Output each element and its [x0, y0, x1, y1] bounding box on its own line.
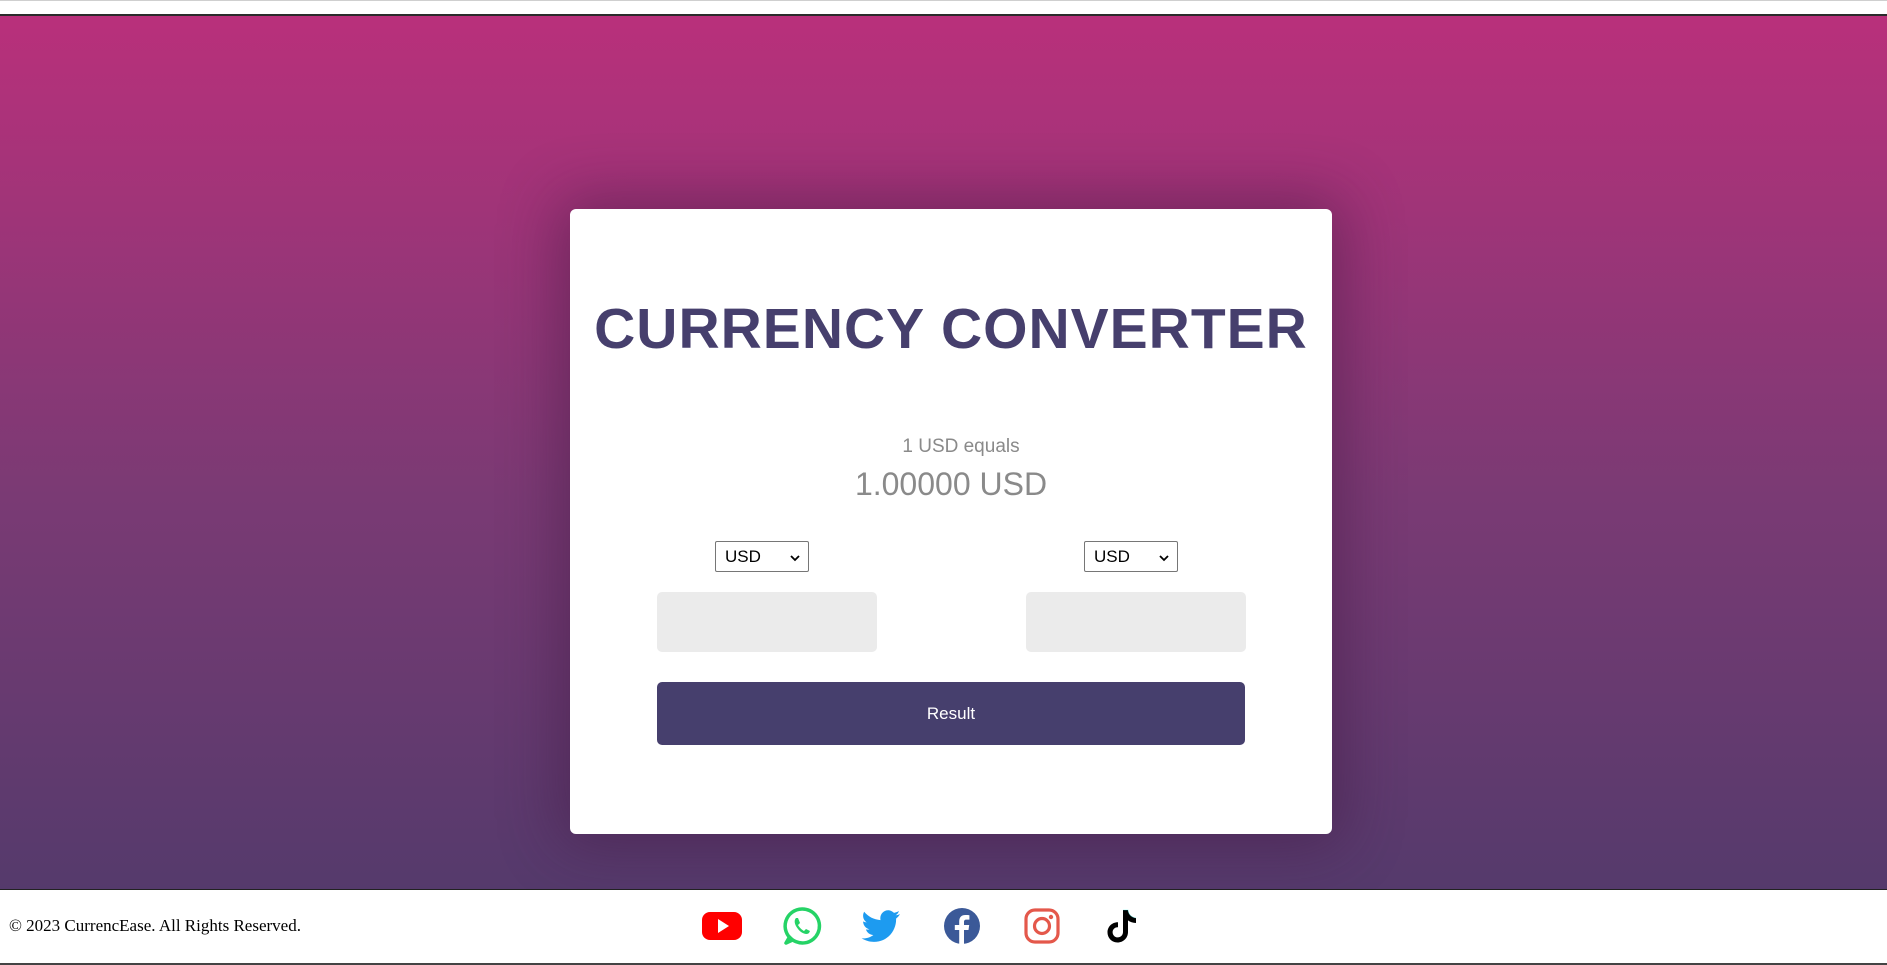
- chevron-down-icon: [1159, 555, 1169, 562]
- from-currency-value: USD: [725, 547, 761, 566]
- from-amount-input[interactable]: [657, 592, 877, 652]
- tiktok-icon[interactable]: [1101, 905, 1143, 947]
- whatsapp-icon[interactable]: [781, 905, 823, 947]
- youtube-icon[interactable]: [701, 905, 743, 947]
- footer: © 2023 CurrencEase. All Rights Reserved.: [0, 889, 1887, 965]
- exchange-rate-value: 1.00000 USD: [854, 466, 1048, 502]
- to-currency-select[interactable]: USD: [1084, 541, 1178, 572]
- to-amount-input[interactable]: [1026, 592, 1246, 652]
- exchange-rate-label: 1 USD equals: [902, 436, 1020, 457]
- hero-background: CURRENCY CONVERTER 1 USD equals 1.00000 …: [0, 16, 1887, 889]
- converter-card: CURRENCY CONVERTER 1 USD equals 1.00000 …: [570, 209, 1332, 834]
- page-title: CURRENCY CONVERTER: [594, 297, 1308, 361]
- twitter-icon[interactable]: [861, 905, 903, 947]
- to-currency-value: USD: [1094, 547, 1130, 566]
- instagram-icon[interactable]: [1021, 905, 1063, 947]
- copyright-text: © 2023 CurrencEase. All Rights Reserved.: [9, 916, 301, 935]
- chevron-down-icon: [790, 555, 800, 562]
- browser-top-edge: [0, 0, 1887, 16]
- result-button[interactable]: Result: [657, 682, 1245, 745]
- from-currency-select[interactable]: USD: [715, 541, 809, 572]
- facebook-icon[interactable]: [941, 905, 983, 947]
